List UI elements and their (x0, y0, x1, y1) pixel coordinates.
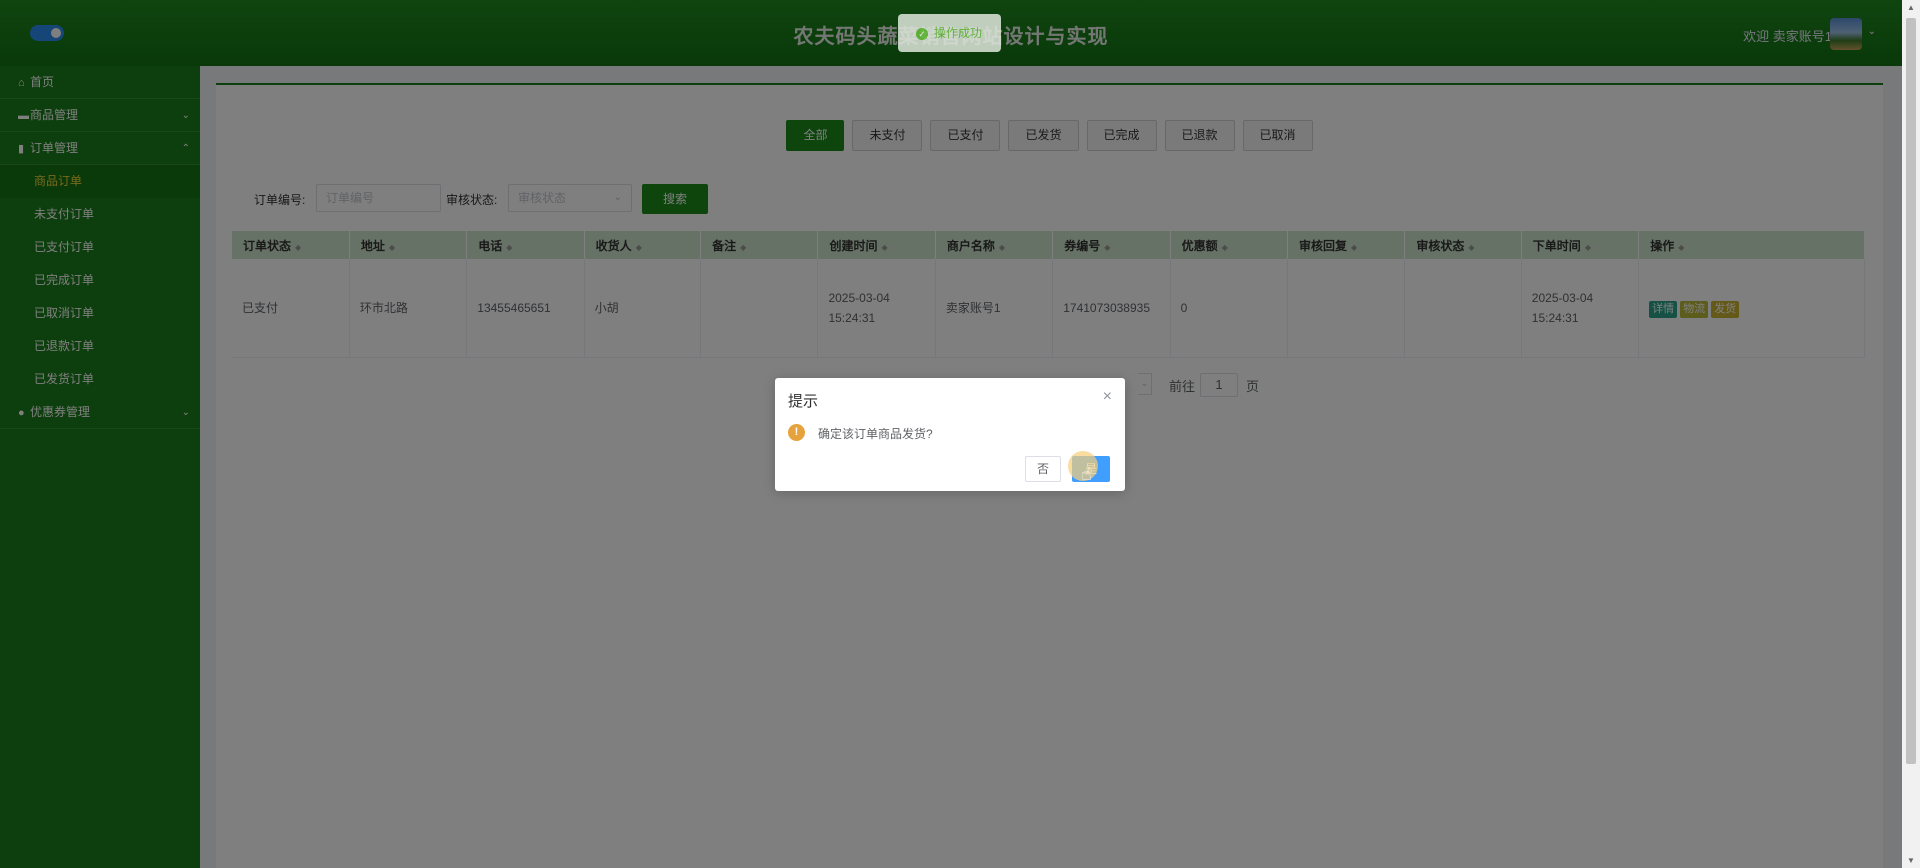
vertical-scrollbar[interactable]: ▲ ▼ (1902, 0, 1920, 868)
success-toast: ✓ 操作成功 (898, 14, 1001, 52)
cancel-button[interactable]: 否 (1025, 456, 1061, 482)
check-icon: ✓ (916, 28, 928, 40)
scrollbar-thumb[interactable] (1906, 18, 1916, 764)
warning-icon: ! (788, 424, 805, 441)
dialog-message: 确定该订单商品发货? (818, 427, 933, 441)
dialog-title: 提示 (788, 393, 819, 410)
toast-text: 操作成功 (934, 26, 983, 40)
hand-cursor-icon: ☝ (1081, 464, 1092, 484)
close-icon[interactable]: × (1103, 388, 1112, 406)
scroll-up-icon[interactable]: ▲ (1907, 3, 1915, 12)
scroll-down-icon[interactable]: ▼ (1907, 856, 1915, 865)
confirm-dialog: 提示 × ! 确定该订单商品发货? 否 是 ☝ (775, 378, 1125, 491)
